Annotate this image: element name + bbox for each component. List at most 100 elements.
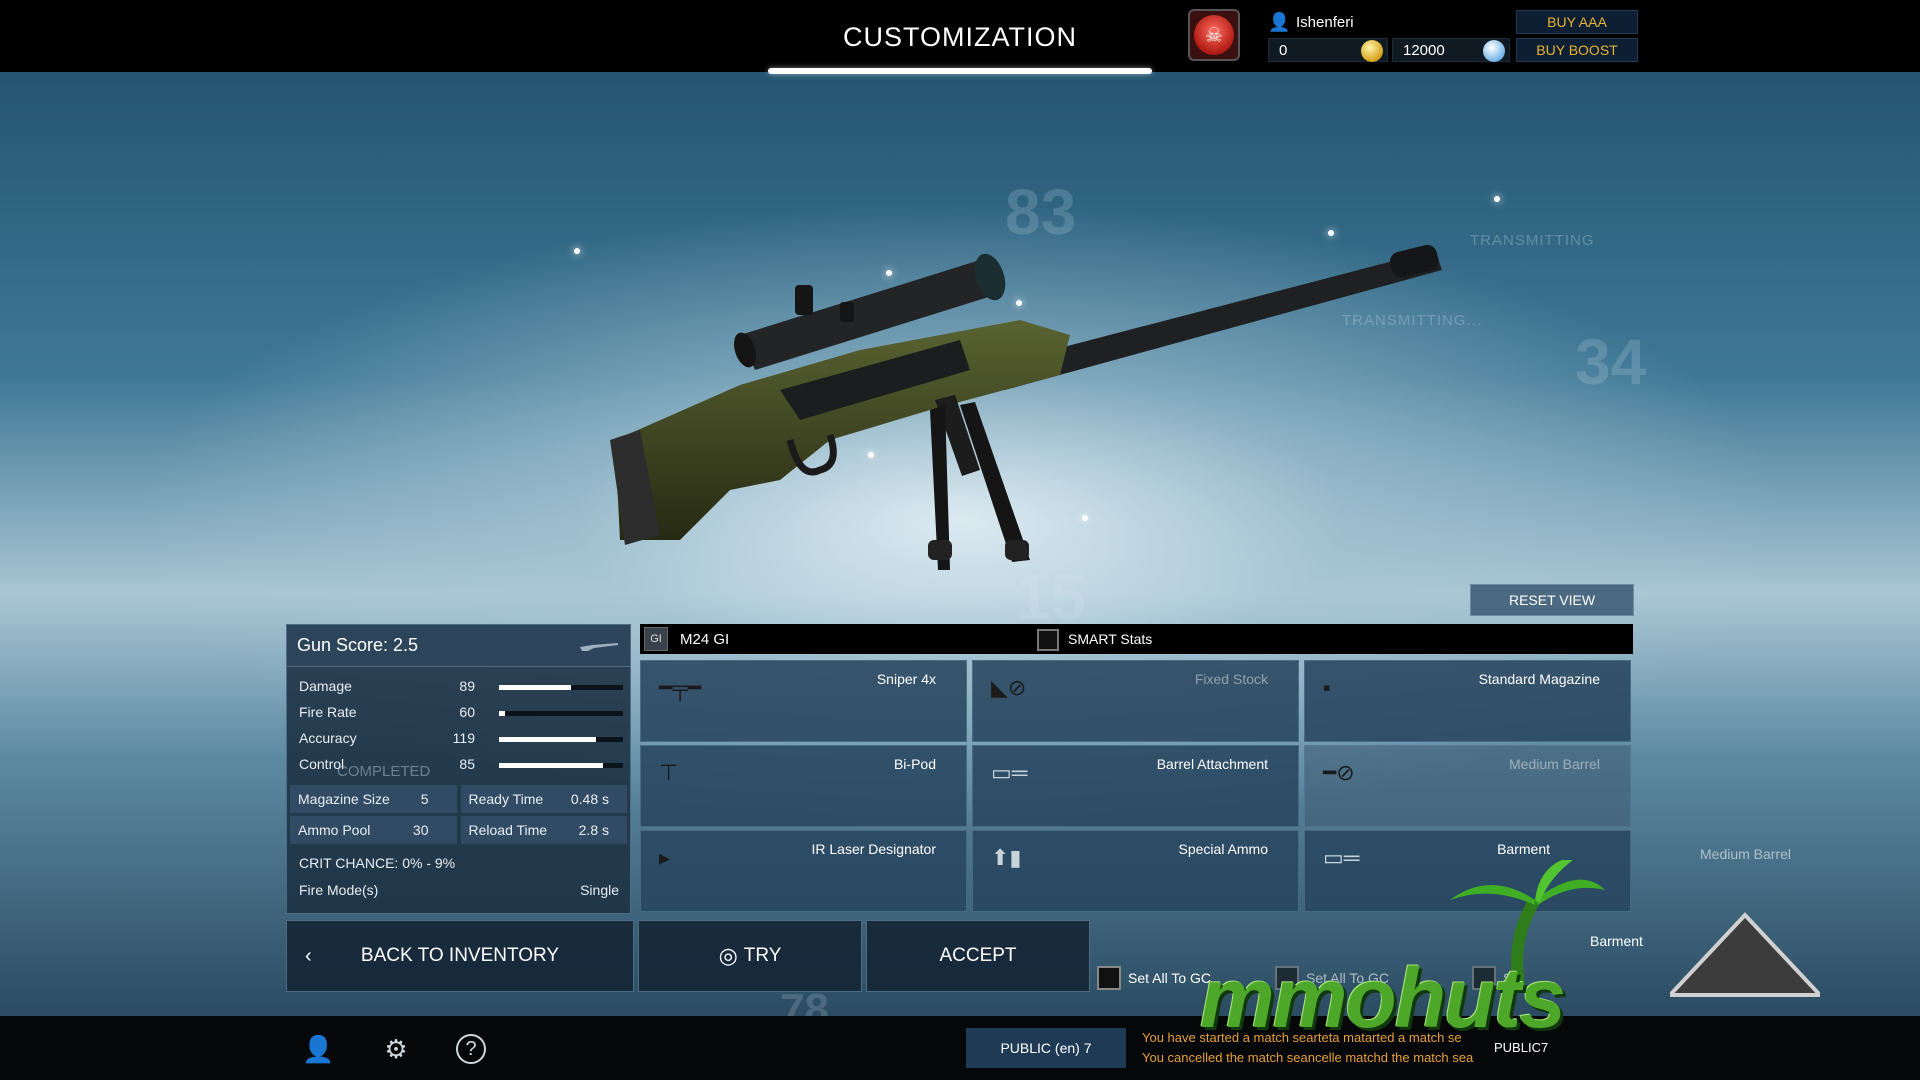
info-row: Magazine Size 5 Ready Time 0.48 s (290, 785, 627, 813)
info-value: 5 (420, 791, 429, 807)
stat-row: Damage 89 (299, 675, 623, 697)
magazine-size: Magazine Size 5 (290, 785, 457, 813)
attachment-label: Fixed Stock (1194, 671, 1268, 687)
completed-overlay-text: COMPLETED (337, 763, 431, 780)
hut-icon (1670, 912, 1820, 997)
cash-balance: 12000 (1392, 38, 1510, 62)
title-tab: CUSTOMIZATION (760, 0, 1160, 76)
cash-amount: 12000 (1403, 41, 1445, 59)
user-row: 👤 Ishenferi (1268, 10, 1354, 34)
stat-bar-fill (499, 685, 571, 690)
info-value: 30 (412, 822, 429, 838)
try-label: TRY (743, 945, 782, 966)
info-label: Ready Time (468, 791, 544, 807)
stat-bar (499, 737, 623, 742)
gear-icon[interactable]: ⚙ (381, 1034, 411, 1064)
attachment-slot-underbarrel[interactable]: ⊤ Bi-Pod (640, 745, 967, 827)
set-all-gc-checkbox[interactable] (1097, 966, 1121, 990)
stat-value: 60 (459, 704, 475, 720)
bg-number: 83 (1005, 176, 1077, 248)
attachment-slot-barrel-attachment[interactable]: ▭═ Barrel Attachment (972, 745, 1299, 827)
stat-bar (499, 711, 623, 716)
gold-balance: 0 (1268, 38, 1388, 62)
sparkle (574, 248, 580, 254)
stat-bar-fill (499, 711, 506, 716)
attachment-label: Standard Magazine (1478, 671, 1600, 687)
reload-time: Reload Time 2.8 s (460, 816, 627, 844)
stat-label: Accuracy (299, 730, 357, 746)
rifle-silhouette-icon (580, 643, 618, 651)
sparkle (1328, 230, 1334, 236)
fire-modes-row: Fire Mode(s) Single (299, 882, 619, 898)
info-value: 2.8 s (578, 822, 609, 838)
attachment-slot-laser[interactable]: ▸ IR Laser Designator (640, 830, 967, 912)
accept-button[interactable]: ACCEPT (866, 920, 1090, 992)
chat-message: You cancelled the match seancelle matchd… (1142, 1050, 1474, 1065)
laser-icon: ▸ (659, 845, 671, 870)
info-value: 0.48 s (570, 791, 609, 807)
username: Ishenferi (1296, 13, 1354, 31)
gun-score: Gun Score: 2.5 (297, 635, 419, 655)
stat-bar-fill (499, 763, 604, 768)
ammo-icon: ⬆▮ (991, 845, 1022, 870)
help-icon[interactable]: ? (456, 1034, 486, 1064)
barrel-attachment-icon: ▭═ (991, 760, 1028, 785)
fire-modes-label: Fire Mode(s) (299, 882, 379, 898)
stats-panel: Gun Score: 2.5 Damage 89 Fire Rate 60 Ac… (286, 624, 631, 914)
info-row: Ammo Pool 30 Reload Time 2.8 s (290, 816, 627, 844)
cash-coin-icon (1483, 40, 1505, 62)
attachment-slot-optic[interactable]: ━╤━ Sniper 4x (640, 660, 967, 742)
stat-row: Accuracy 119 (299, 727, 623, 749)
reset-view-button[interactable]: RESET VIEW (1470, 584, 1634, 616)
stat-value: 85 (459, 756, 475, 772)
attachment-label: Bi-Pod (893, 756, 936, 772)
stat-value: 89 (459, 678, 475, 694)
back-label: BACK TO INVENTORY (360, 945, 560, 966)
watermark-text: mmohuts (1200, 951, 1566, 1045)
buy-boost-button[interactable]: BUY BOOST (1516, 38, 1638, 62)
back-to-inventory-button[interactable]: ‹ BACK TO INVENTORY (286, 920, 634, 992)
title-underline (768, 68, 1152, 74)
bg-number: 34 (1575, 326, 1647, 398)
ready-time: Ready Time 0.48 s (460, 785, 627, 813)
fire-modes-value: Single (580, 882, 619, 898)
gold-coin-icon (1361, 40, 1383, 62)
bg-transmitting: TRANSMITTING (1470, 232, 1595, 249)
attachment-label: Sniper 4x (876, 671, 936, 687)
gold-amount: 0 (1279, 41, 1288, 59)
weapon-tier-badge: GI (644, 627, 668, 651)
stat-label: Fire Rate (299, 704, 357, 720)
social-icon[interactable]: 👤 (302, 1034, 334, 1064)
skull-emblem-icon: ☠ (1194, 15, 1234, 55)
attachment-slot-stock[interactable]: ◣⊘ Fixed Stock (972, 660, 1299, 742)
gun-score-header: Gun Score: 2.5 (287, 625, 630, 667)
barrel-icon: ━⊘ (1323, 760, 1355, 785)
smart-stats-checkbox[interactable] (1037, 629, 1059, 651)
attachment-slot-barrel[interactable]: ━⊘ Medium Barrel (1304, 745, 1631, 827)
buy-aaa-button[interactable]: BUY AAA (1516, 10, 1638, 34)
stock-icon: ◣⊘ (991, 675, 1027, 700)
weapon-name: M24 GI (680, 630, 730, 648)
bipod-icon: ⊤ (659, 760, 679, 785)
attachment-slot-magazine[interactable]: ▪ Standard Magazine (1304, 660, 1631, 742)
try-button[interactable]: ◎ TRY (638, 920, 862, 992)
chat-channel-button[interactable]: PUBLIC (en) 7 (966, 1028, 1126, 1068)
bg-number: 15 (1015, 561, 1087, 633)
stat-bar (499, 685, 623, 690)
attachment-label: Barrel Attachment (1156, 756, 1268, 772)
attachment-label: Medium Barrel (1508, 756, 1600, 772)
stat-value: 119 (452, 730, 475, 746)
info-label: Reload Time (468, 822, 548, 838)
set-all-gc-label: Set All To GC (1128, 970, 1212, 986)
ammo-pool: Ammo Pool 30 (290, 816, 457, 844)
sniper-rifle-model[interactable] (600, 240, 1450, 570)
info-label: Magazine Size (298, 791, 390, 807)
weapon-name-bar: GI M24 GI SMART Stats (640, 624, 1633, 654)
info-label: Ammo Pool (298, 822, 371, 838)
player-avatar[interactable]: ☠ (1188, 9, 1240, 61)
mmohuts-watermark: mmohuts (1200, 860, 1910, 1050)
stat-bar (499, 763, 623, 768)
attachment-label: IR Laser Designator (811, 841, 936, 857)
stat-row: Fire Rate 60 (299, 701, 623, 723)
stat-label: Damage (299, 678, 352, 694)
